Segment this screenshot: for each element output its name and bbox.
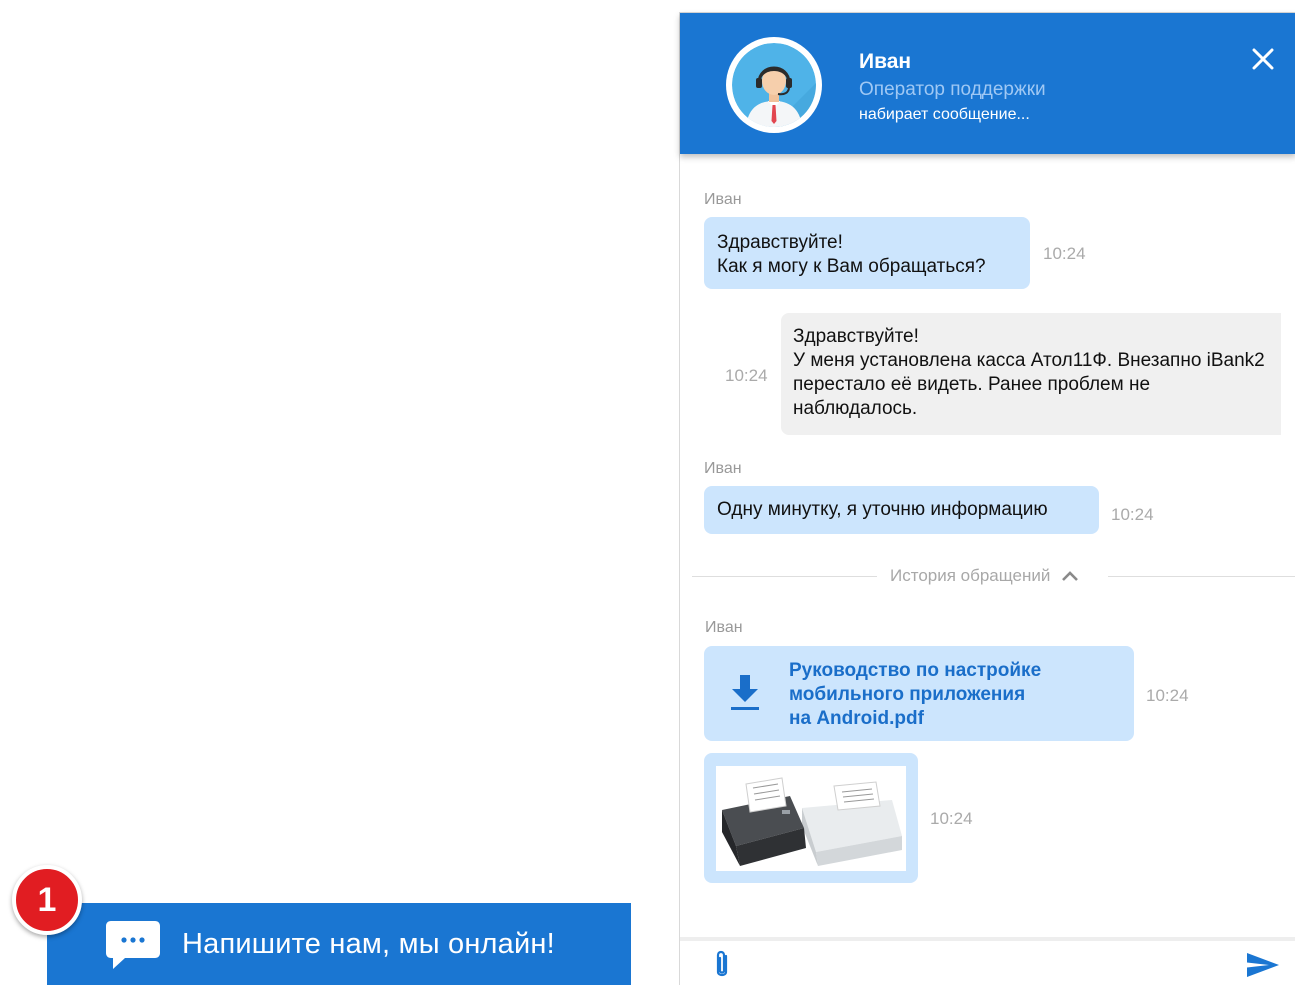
message-composer: [680, 937, 1295, 985]
download-icon: [731, 675, 759, 710]
typing-status: набирает сообщение...: [859, 106, 1030, 123]
unread-count-badge: 1: [12, 865, 82, 935]
file-name-link[interactable]: Руководство по настройке мобильного прил…: [789, 659, 1041, 731]
history-label: История обращений: [890, 566, 1051, 585]
operator-avatar: [726, 37, 822, 133]
agent-role: Оператор поддержки: [859, 79, 1046, 100]
send-icon: [1247, 953, 1279, 977]
history-divider-left: [692, 576, 877, 577]
support-operator-avatar-icon: [732, 43, 816, 127]
image-attachment[interactable]: [704, 753, 918, 883]
message-text: Здравствуйте! У меня установлена касса А…: [793, 326, 1265, 419]
file-attachment[interactable]: Руководство по настройке мобильного прил…: [704, 646, 1134, 741]
message-time: 10:24: [725, 366, 768, 385]
message-sender: Иван: [705, 619, 743, 636]
incoming-message: Одну минутку, я уточню информацию: [704, 486, 1099, 534]
message-time: 10:24: [1043, 244, 1086, 263]
paperclip-icon: [716, 950, 728, 977]
chat-header: Иван Оператор поддержки набирает сообщен…: [680, 13, 1295, 154]
message-time: 10:24: [1146, 686, 1189, 705]
history-divider-right: [1108, 576, 1295, 577]
message-sender: Иван: [704, 191, 742, 208]
message-time: 10:24: [1111, 505, 1154, 524]
close-icon: [1252, 48, 1274, 70]
close-button[interactable]: [1246, 42, 1280, 76]
receipt-printers-image: [716, 766, 906, 871]
message-time: 10:24: [930, 809, 973, 828]
message-input[interactable]: [746, 947, 1230, 983]
agent-name: Иван: [859, 50, 912, 73]
send-button[interactable]: [1245, 951, 1281, 984]
chat-window: Иван Оператор поддержки набирает сообщен…: [679, 12, 1295, 985]
launcher-label: Напишите нам, мы онлайн!: [182, 928, 555, 960]
chat-launcher-button[interactable]: Напишите нам, мы онлайн!: [47, 903, 631, 985]
attach-button[interactable]: [710, 949, 734, 985]
message-text: Одну минутку, я уточню информацию: [717, 499, 1048, 520]
history-toggle[interactable]: История обращений: [890, 566, 1080, 586]
message-text: Здравствуйте! Как я могу к Вам обращатьс…: [717, 232, 986, 277]
incoming-message: Здравствуйте! Как я могу к Вам обращатьс…: [704, 217, 1030, 289]
outgoing-message: Здравствуйте! У меня установлена касса А…: [781, 313, 1281, 435]
message-sender: Иван: [704, 460, 742, 477]
chat-bubble-icon: [106, 921, 160, 969]
page: Иван Оператор поддержки набирает сообщен…: [0, 0, 1295, 985]
chevron-up-icon: [1062, 571, 1079, 581]
